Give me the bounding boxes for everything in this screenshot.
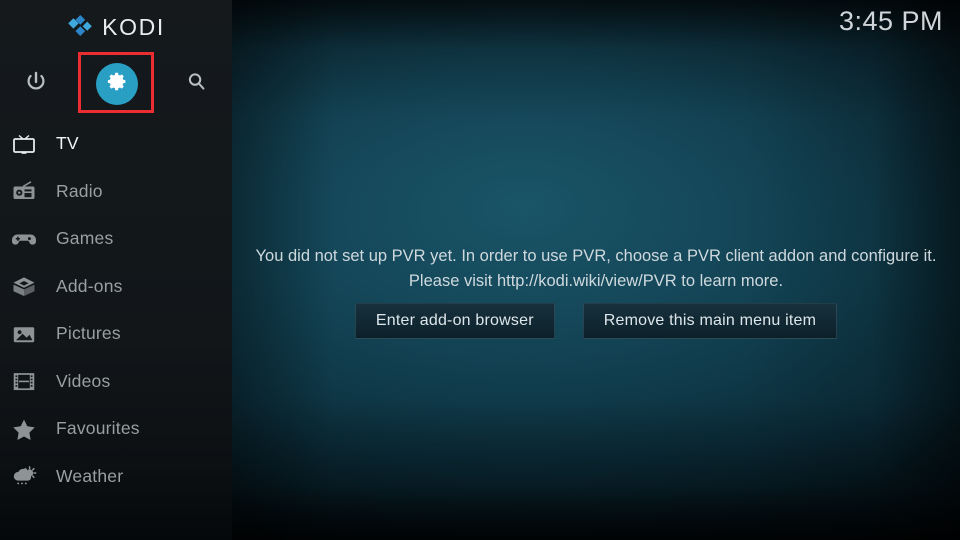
- sidebar-item-pictures[interactable]: Pictures: [0, 310, 232, 358]
- gamepad-icon: [8, 224, 40, 254]
- sidebar-item-addons[interactable]: Add-ons: [0, 263, 232, 311]
- action-button-row: Enter add-on browser Remove this main me…: [232, 303, 960, 339]
- power-icon: [24, 70, 48, 99]
- enter-addon-browser-button[interactable]: Enter add-on browser: [354, 303, 555, 339]
- sidebar-item-label: Videos: [56, 370, 111, 391]
- pvr-setup-message: You did not set up PVR yet. In order to …: [255, 247, 937, 290]
- sidebar-top-icon-row: [0, 54, 232, 114]
- sidebar-item-label: Favourites: [56, 418, 140, 438]
- settings-button[interactable]: [87, 54, 147, 114]
- sidebar-item-label: TV: [56, 133, 79, 153]
- sidebar-item-videos[interactable]: Videos: [0, 358, 232, 406]
- sidebar-item-favourites[interactable]: Favourites: [0, 405, 232, 453]
- sidebar-item-tv[interactable]: TV: [0, 120, 232, 168]
- sidebar-item-label: Pictures: [56, 323, 121, 343]
- open-box-icon: [8, 271, 40, 301]
- sidebar-item-games[interactable]: Games: [0, 215, 232, 263]
- sidebar-item-label: Radio: [56, 180, 103, 201]
- sidebar-item-weather[interactable]: Weather: [0, 453, 232, 501]
- sidebar: KODI TV Radio Games Add-ons Pictures Vid…: [0, 0, 232, 540]
- radio-icon: [8, 176, 40, 206]
- sidebar-menu: TV Radio Games Add-ons Pictures Videos F…: [0, 120, 232, 500]
- kodi-home-screen: KODI TV Radio Games Add-ons Pictures Vid…: [0, 0, 960, 540]
- picture-icon: [8, 319, 40, 349]
- remove-main-menu-item-button[interactable]: Remove this main menu item: [582, 303, 838, 339]
- search-icon: [185, 70, 208, 98]
- tv-icon: [8, 129, 40, 159]
- gear-icon: [107, 71, 128, 97]
- search-button[interactable]: [166, 54, 226, 114]
- power-button[interactable]: [6, 54, 66, 114]
- film-strip-icon: [8, 366, 40, 396]
- sidebar-item-label: Games: [56, 228, 114, 248]
- sidebar-item-label: Add-ons: [56, 275, 123, 296]
- kodi-diamond-logo-icon: [67, 14, 93, 40]
- brand-name: KODI: [102, 13, 165, 40]
- settings-circle: [96, 63, 138, 105]
- cloud-sun-rain-icon: [8, 461, 40, 491]
- clock: 3:45 PM: [838, 6, 943, 36]
- sidebar-item-radio[interactable]: Radio: [0, 168, 232, 216]
- brand: KODI: [0, 10, 232, 44]
- star-icon: [8, 414, 40, 444]
- sidebar-item-label: Weather: [56, 465, 124, 486]
